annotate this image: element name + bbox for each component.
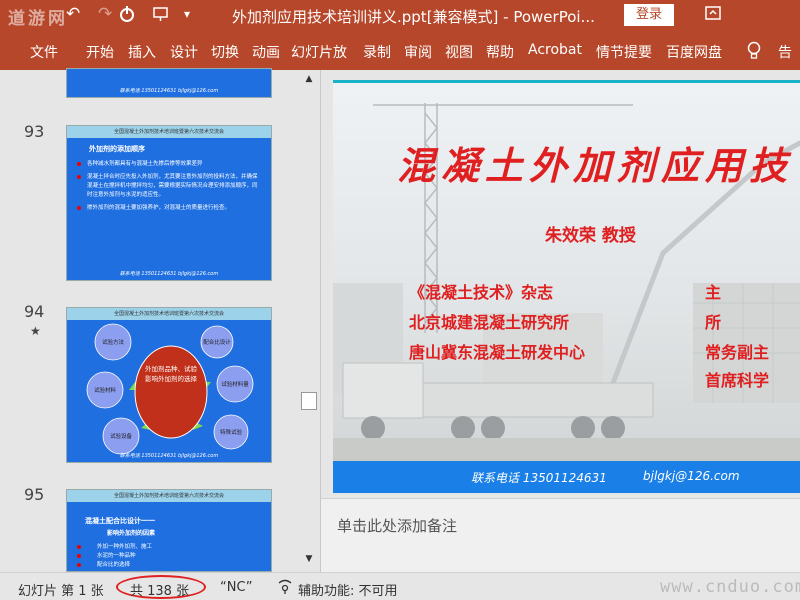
notes-placeholder[interactable]: 单击此处添加备注 bbox=[337, 515, 457, 536]
scroll-down-icon[interactable]: ▼ bbox=[300, 554, 318, 568]
tab-insert[interactable]: 插入 bbox=[128, 42, 156, 62]
thumbnail-footer: 联系电话 13501124631 bjlgkj@126.com bbox=[119, 271, 219, 277]
power-icon[interactable] bbox=[118, 5, 136, 23]
affiliation-role[interactable]: 所 bbox=[705, 309, 721, 333]
language-indicator[interactable]: “NC” bbox=[220, 580, 253, 595]
slide-editor: 混凝土外加剂应用技 朱效荣 教授 《混凝土技术》杂志 主 北京城建混凝土研究所 … bbox=[321, 70, 800, 572]
customize-toolbar-icon[interactable]: ▾ bbox=[184, 7, 190, 21]
diagram-center-label: 外加剂品种、试验影响外加剂的选择 bbox=[145, 365, 197, 383]
slide-thumbnail-95[interactable]: 全国混凝土外加剂技术培训班暨第六次技术交流会 混凝土配合比设计一一 影响外加剂的… bbox=[66, 489, 272, 572]
thumbnail-title: 外加剂的添加顺序 bbox=[89, 145, 145, 153]
powerpoint-window: 道游网 ↶ ↷ ▾ 外加剂应用技术培训讲义.ppt[兼容模式] - PowerP… bbox=[0, 0, 800, 600]
diagram-node-label: 试验方法 bbox=[102, 338, 125, 346]
thumbnail-header: 全国混凝土外加剂技术培训班暨第六次技术交流会 bbox=[67, 126, 271, 138]
slide-thumbnail-92[interactable]: 联系电话 13501124631 bjlgkj@126.com bbox=[66, 68, 272, 98]
slide-number-94: 94 bbox=[24, 302, 45, 321]
current-slide[interactable]: 混凝土外加剂应用技 朱效荣 教授 《混凝土技术》杂志 主 北京城建混凝土研究所 … bbox=[333, 80, 800, 493]
total-slides: 共 138 张 bbox=[130, 584, 190, 599]
footer-phone: 联系电话 13501124631 bbox=[471, 471, 607, 485]
thumbnail-footer: 联系电话 13501124631 bjlgkj@126.com bbox=[119, 453, 219, 459]
animation-star-icon: ★ bbox=[30, 324, 41, 338]
thumbnail-bullet: 掺外加剂的混凝土要加强养护，对混凝土的质量进行检查。 bbox=[67, 204, 271, 213]
accessibility-status[interactable]: 辅助功能: 不可用 bbox=[298, 580, 398, 599]
accessibility-icon[interactable] bbox=[276, 579, 294, 595]
thumbnail-bullet: 各种减水剂都具有与混凝土先掺后掺等效果差异 bbox=[67, 160, 271, 169]
thumbnail-bullet: 水泥的一种品种 bbox=[67, 552, 271, 561]
redo-icon[interactable]: ↷ bbox=[98, 4, 112, 24]
affiliation-role[interactable]: 首席科学 bbox=[705, 367, 769, 391]
tab-design[interactable]: 设计 bbox=[170, 42, 198, 62]
title-bar: 道游网 ↶ ↷ ▾ 外加剂应用技术培训讲义.ppt[兼容模式] - PowerP… bbox=[0, 0, 800, 32]
thumbnail-subtitle: 影响外加剂的因素 bbox=[107, 530, 156, 537]
tab-record[interactable]: 录制 bbox=[363, 42, 391, 62]
diagram-node-label: 试验材料量 bbox=[221, 380, 249, 388]
affiliation-role[interactable]: 常务副主 bbox=[705, 339, 769, 363]
slide-indicator: 幻灯片 第 1 张 bbox=[18, 584, 104, 599]
diagram-node-label: 配合比设计 bbox=[203, 338, 231, 346]
tab-animations[interactable]: 动画 bbox=[252, 42, 280, 62]
affiliation-org[interactable]: 北京城建混凝土研究所 bbox=[409, 309, 569, 333]
thumbnail-header: 全国混凝土外加剂技术培训班暨第六次技术交流会 bbox=[67, 308, 271, 320]
thumbnail-title: 混凝土配合比设计一一 bbox=[85, 517, 155, 525]
slide-title[interactable]: 混凝土外加剂应用技 bbox=[397, 135, 793, 190]
tab-view[interactable]: 视图 bbox=[445, 42, 473, 62]
thumbnail-footer: 联系电话 13501124631 bjlgkj@126.com bbox=[119, 88, 219, 94]
tell-me-search[interactable]: 告 bbox=[778, 42, 792, 62]
tab-review[interactable]: 审阅 bbox=[404, 42, 432, 62]
thumbnail-diagram: 外加剂品种、试验影响外加剂的选择 试验方法 配合比设计 试验材料量 试验材料 特… bbox=[86, 323, 254, 455]
slide-number-93: 93 bbox=[24, 122, 45, 141]
notes-pane[interactable]: 单击此处添加备注 bbox=[321, 498, 800, 572]
thumbnail-scrollbar[interactable]: ▲ ▼ bbox=[298, 70, 320, 572]
slide-footer-bar: 联系电话 13501124631 bjlgkj@126.com bbox=[333, 461, 800, 493]
footer-email: bjlgkj@126.com bbox=[643, 469, 740, 483]
affiliation-org[interactable]: 《混凝土技术》杂志 bbox=[409, 279, 553, 303]
tab-file[interactable]: 文件 bbox=[30, 42, 58, 62]
tab-slideshow[interactable]: 幻灯片放 bbox=[291, 42, 347, 62]
thumbnail-header: 全国混凝土外加剂技术培训班暨第六次技术交流会 bbox=[67, 490, 271, 502]
watermark-logo: 道游网 bbox=[8, 9, 68, 29]
tab-baidu-netdisk[interactable]: 百度网盘 bbox=[666, 42, 722, 62]
diagram-node-label: 特殊试验 bbox=[220, 428, 243, 436]
slide-thumbnail-93[interactable]: 全国混凝土外加剂技术培训班暨第六次技术交流会 外加剂的添加顺序 各种减水剂都具有… bbox=[66, 125, 272, 281]
watermark-url: www.cnduo.com bbox=[660, 577, 800, 597]
login-button[interactable]: 登录 bbox=[624, 4, 674, 26]
thumbnail-bullet: 配合比的选择 bbox=[67, 561, 271, 570]
tab-acrobat[interactable]: Acrobat bbox=[528, 42, 582, 58]
ribbon-display-icon[interactable] bbox=[704, 4, 722, 22]
slide-author[interactable]: 朱效荣 教授 bbox=[545, 221, 636, 246]
scrollbar-thumb[interactable] bbox=[301, 392, 317, 410]
tab-storyboard[interactable]: 情节提要 bbox=[596, 42, 652, 62]
diagram-node-label: 试验设备 bbox=[110, 432, 133, 440]
undo-icon[interactable]: ↶ bbox=[66, 4, 80, 24]
tab-transitions[interactable]: 切换 bbox=[211, 42, 239, 62]
present-icon[interactable] bbox=[152, 5, 170, 23]
thumbnail-bullet: 外加一种外加剂、施工 bbox=[67, 543, 271, 552]
ribbon-tabs: 文件 开始 插入 设计 切换 动画 幻灯片放 录制 审阅 视图 帮助 Acrob… bbox=[0, 32, 800, 70]
scroll-up-icon[interactable]: ▲ bbox=[300, 74, 318, 88]
window-title: 外加剂应用技术培训讲义.ppt[兼容模式] - PowerPoi... bbox=[232, 8, 595, 26]
slide-number-95: 95 bbox=[24, 485, 45, 504]
lightbulb-icon[interactable] bbox=[746, 41, 762, 61]
affiliation-role[interactable]: 主 bbox=[705, 279, 721, 303]
slide-thumbnail-94[interactable]: 全国混凝土外加剂技术培训班暨第六次技术交流会 外加剂品种、试验影响外加剂的选择 bbox=[66, 307, 272, 463]
affiliation-org[interactable]: 唐山冀东混凝土研发中心 bbox=[409, 339, 585, 363]
status-bar: 幻灯片 第 1 张 共 138 张 “NC” 辅助功能: 不可用 www.cnd… bbox=[0, 572, 800, 600]
slide-thumbnail-pane: 联系电话 13501124631 bjlgkj@126.com 93 全国混凝土… bbox=[0, 68, 320, 572]
diagram-node-label: 试验材料 bbox=[94, 386, 117, 394]
tab-home[interactable]: 开始 bbox=[86, 42, 114, 62]
tab-help[interactable]: 帮助 bbox=[486, 42, 514, 62]
thumbnail-bullet: 混凝土拌合时应先投入外加剂，尤其要注意外加剂的投料方法，并确保混凝土在搅拌机中搅… bbox=[67, 173, 271, 200]
